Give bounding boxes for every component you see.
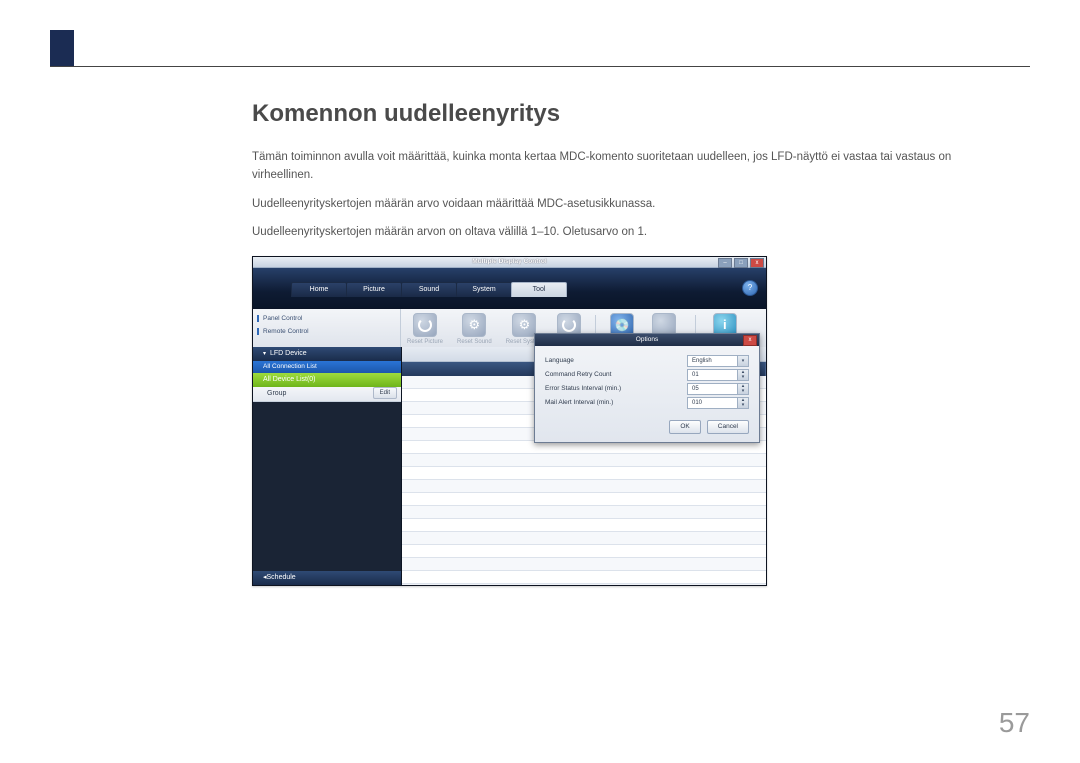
paragraph-3: Uudelleenyrityskertojen määrän arvon on … — [252, 223, 962, 241]
reset-system-icon — [512, 313, 536, 337]
dialog-close-icon[interactable]: x — [743, 335, 757, 346]
main-area: Refresh Connection Type Port SET ID Seri… — [402, 347, 766, 585]
ok-button[interactable]: OK — [669, 420, 700, 434]
mail-interval-label: Mail Alert Interval (min.) — [545, 399, 687, 406]
language-value: English — [692, 358, 712, 364]
mail-interval-stepper[interactable]: 010 ▴▾ — [687, 397, 749, 409]
language-select[interactable]: English ▾ — [687, 355, 749, 367]
tab-picture[interactable]: Picture — [346, 282, 402, 297]
dialog-title: Options x — [535, 334, 759, 346]
sidebar-group-row: Group Edit — [253, 387, 401, 402]
tab-home[interactable]: Home — [291, 282, 347, 297]
tab-tool[interactable]: Tool — [511, 282, 567, 297]
sidebar-lfd-header[interactable]: ▾ LFD Device — [253, 347, 401, 361]
sidebar-all-connection[interactable]: All Connection List — [253, 361, 401, 373]
mail-interval-value: 010 — [692, 400, 702, 406]
chevron-down-icon: ▾ — [737, 356, 748, 366]
reset-picture-button[interactable]: Reset Picture — [407, 313, 443, 345]
reset-sound-label: Reset Sound — [457, 339, 492, 345]
main-tabs: Home Picture Sound System Tool — [291, 282, 566, 296]
remote-control-link[interactable]: Remote Control — [257, 328, 396, 335]
error-interval-stepper[interactable]: 05 ▴▾ — [687, 383, 749, 395]
retry-count-stepper[interactable]: 01 ▴▾ — [687, 369, 749, 381]
options-dialog: Options x Language English ▾ — [534, 333, 760, 443]
retry-count-value: 01 — [692, 372, 699, 378]
maximize-icon[interactable]: □ — [734, 258, 748, 268]
spinner-icon: ▴▾ — [737, 384, 748, 394]
reset-picture-icon — [413, 313, 437, 337]
minimize-icon[interactable]: – — [718, 258, 732, 268]
cancel-button[interactable]: Cancel — [707, 420, 749, 434]
window-titlebar: Multiple Display Control – □ x — [253, 257, 766, 268]
reset-sound-button[interactable]: Reset Sound — [457, 313, 492, 345]
sidebar-lfd-label: LFD Device — [270, 350, 307, 357]
sidebar-all-device[interactable]: All Device List(0) — [253, 373, 401, 387]
help-icon[interactable]: ? — [742, 280, 758, 296]
paragraph-2: Uudelleenyrityskertojen määrän arvo void… — [252, 195, 962, 213]
app-screenshot: Multiple Display Control – □ x Home Pict… — [252, 256, 767, 586]
page-header-tab — [50, 30, 74, 66]
panel-control-link[interactable]: Panel Control — [257, 315, 396, 322]
error-interval-value: 05 — [692, 386, 699, 392]
close-icon[interactable]: x — [750, 258, 764, 268]
window-title: Multiple Display Control — [253, 257, 766, 267]
page-number: 57 — [999, 707, 1030, 739]
tab-sound[interactable]: Sound — [401, 282, 457, 297]
sidebar-edit-button[interactable]: Edit — [373, 387, 397, 399]
tab-system[interactable]: System — [456, 282, 512, 297]
retry-count-label: Command Retry Count — [545, 371, 687, 378]
spinner-icon: ▴▾ — [737, 398, 748, 408]
app-header: Home Picture Sound System Tool ? — [253, 268, 766, 309]
dialog-title-label: Options — [636, 336, 658, 343]
reset-picture-label: Reset Picture — [407, 339, 443, 345]
sidebar-schedule-header[interactable]: ◂Schedule — [253, 571, 401, 585]
page-header-rule — [50, 66, 1030, 67]
section-title: Komennon uudelleenyritys — [252, 100, 962, 128]
sidebar: ▾ LFD Device All Connection List All Devi… — [253, 347, 402, 585]
error-interval-label: Error Status Interval (min.) — [545, 385, 687, 392]
chevron-down-icon: ▾ — [263, 347, 266, 361]
spinner-icon: ▴▾ — [737, 370, 748, 380]
reset-sound-icon — [462, 313, 486, 337]
sidebar-group-label: Group — [267, 387, 286, 401]
paragraph-1: Tämän toiminnon avulla voit määrittää, k… — [252, 148, 962, 185]
language-label: Language — [545, 357, 687, 364]
sidebar-schedule-label: Schedule — [267, 574, 296, 581]
